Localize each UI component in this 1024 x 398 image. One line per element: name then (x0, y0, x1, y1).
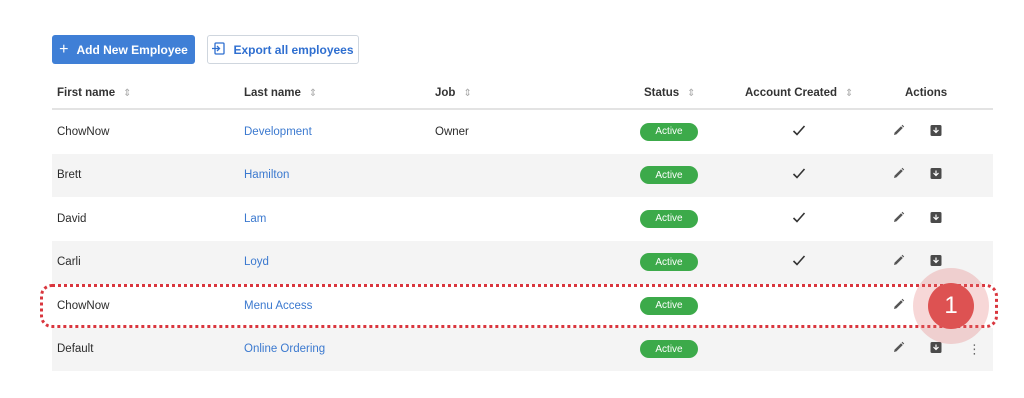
table-header: First name ⇕ Last name ⇕ Job ⇕ Status ⇕ … (52, 78, 993, 110)
cell-last-name-link[interactable]: Lam (244, 197, 266, 241)
status-badge: Active (640, 122, 698, 141)
check-icon (792, 124, 806, 139)
column-header-actions: Actions (905, 87, 948, 99)
export-all-employees-button[interactable]: Export all employees (207, 35, 359, 64)
archive-icon[interactable] (930, 255, 942, 270)
add-new-employee-button[interactable]: + Add New Employee (52, 35, 195, 64)
archive-icon[interactable] (930, 124, 942, 139)
plus-icon: + (59, 40, 69, 58)
cell-first-name: David (57, 212, 87, 225)
table-row: David Lam Active (52, 197, 993, 241)
archive-icon[interactable] (930, 211, 942, 226)
cell-first-name: Carli (57, 256, 81, 269)
pencil-icon[interactable] (892, 341, 905, 357)
sort-icon: ⇕ (687, 87, 696, 99)
cell-last-name-link[interactable]: Development (244, 110, 312, 154)
pencil-icon[interactable] (892, 167, 905, 183)
pencil-icon[interactable] (892, 211, 905, 227)
status-badge: Active (640, 166, 698, 185)
table-body: ChowNow Development Owner Active Brett Hamil… (52, 110, 993, 371)
table-row: Carli Loyd Active (52, 240, 993, 285)
check-icon (792, 255, 806, 270)
pencil-icon[interactable] (892, 124, 905, 140)
sort-icon: ⇕ (463, 87, 472, 99)
export-all-employees-label: Export all employees (233, 42, 354, 57)
archive-icon[interactable] (930, 168, 942, 183)
cell-first-name: Default (57, 343, 94, 356)
sort-icon: ⇕ (845, 87, 854, 99)
cell-last-name-link[interactable]: Online Ordering (244, 328, 325, 372)
status-badge: Active (640, 340, 698, 359)
column-header-job[interactable]: Job ⇕ (435, 78, 472, 108)
more-vertical-icon[interactable]: ⋮ (968, 343, 981, 356)
archive-icon[interactable] (930, 342, 942, 357)
table-row: Default Online Ordering Active ⋮ (52, 327, 993, 372)
cell-first-name: Brett (57, 169, 82, 182)
table-row: Brett Hamilton Active (52, 153, 993, 198)
column-header-account-created[interactable]: Account Created ⇕ (745, 78, 853, 108)
cell-last-name-link[interactable]: Loyd (244, 241, 269, 285)
status-badge: Active (640, 253, 698, 272)
step-marker: 1 (928, 283, 974, 329)
status-badge: Active (640, 209, 698, 228)
highlight-annotation (40, 284, 998, 328)
cell-last-name-link[interactable]: Hamilton (244, 154, 289, 198)
cell-job: Owner (435, 125, 469, 138)
cell-first-name: ChowNow (57, 125, 110, 138)
column-header-last-name[interactable]: Last name ⇕ (244, 78, 317, 108)
sort-icon: ⇕ (123, 87, 132, 99)
sort-icon: ⇕ (308, 87, 318, 99)
check-icon (792, 168, 806, 183)
table-row: ChowNow Development Owner Active (52, 110, 993, 154)
pencil-icon[interactable] (892, 254, 905, 270)
column-header-first-name[interactable]: First name ⇕ (57, 78, 132, 108)
check-icon (792, 211, 806, 226)
add-new-employee-label: Add New Employee (76, 42, 188, 57)
export-icon (212, 41, 226, 58)
column-header-status[interactable]: Status ⇕ (644, 78, 696, 108)
